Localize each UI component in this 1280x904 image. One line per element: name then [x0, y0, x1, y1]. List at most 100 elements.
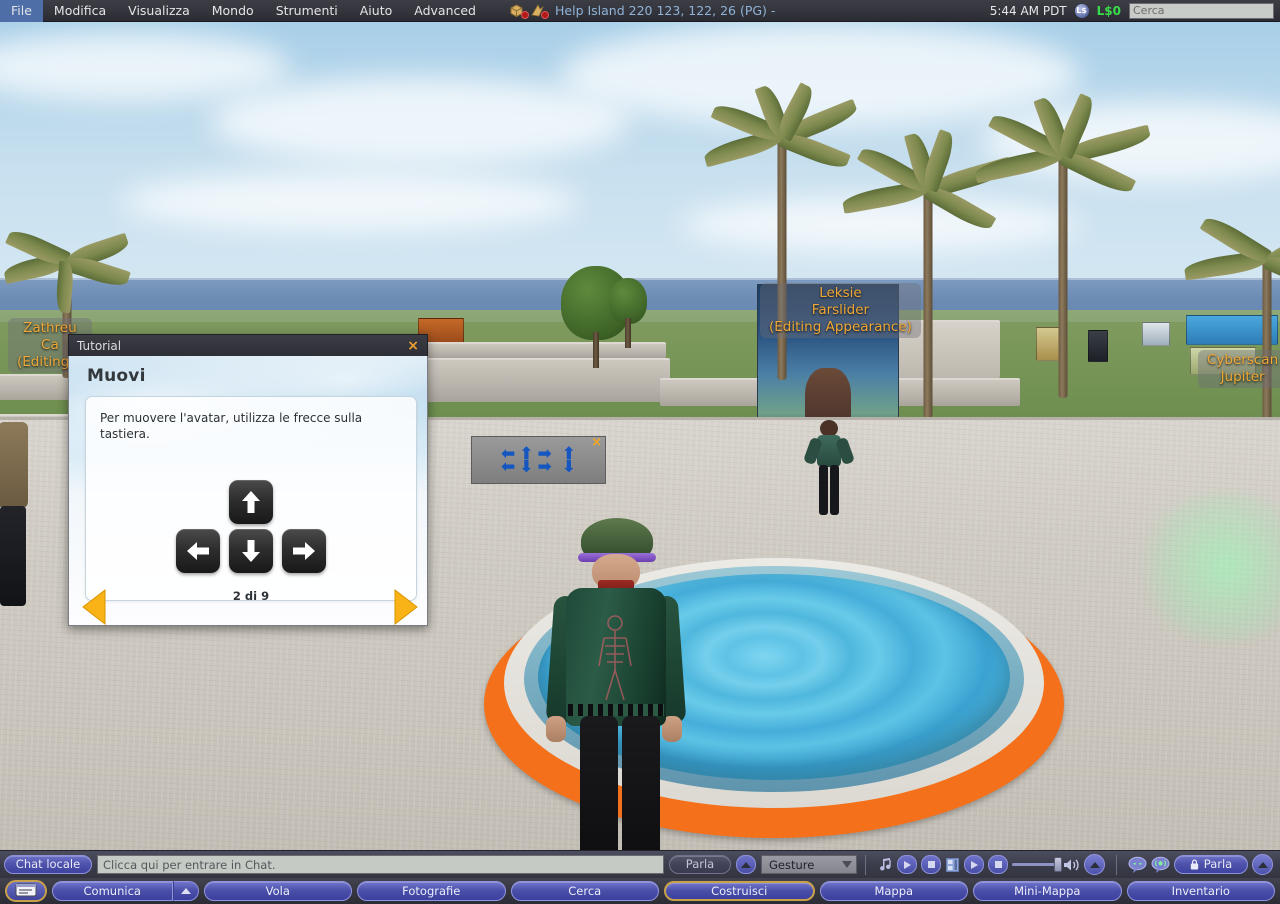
music-play-button[interactable]: [897, 855, 917, 874]
video-play-button[interactable]: [964, 855, 984, 874]
chevron-up-icon: [1257, 861, 1268, 868]
local-chat-button[interactable]: Chat locale: [4, 855, 92, 874]
avatar-skeleton-print: [598, 615, 632, 701]
down-arrow-icon[interactable]: ⬇: [519, 458, 533, 475]
linden-dollar-icon: L$: [1074, 3, 1089, 18]
close-icon[interactable]: ×: [407, 339, 419, 353]
video-stop-button[interactable]: [988, 855, 1008, 874]
music-note-icon: [880, 857, 891, 870]
remote-avatar-leksie[interactable]: [802, 420, 856, 516]
voice-bubble-icon[interactable]: [1151, 856, 1170, 873]
gesture-dropdown[interactable]: Gesture: [761, 855, 857, 874]
close-icon[interactable]: ×: [591, 436, 602, 449]
player-avatar[interactable]: [536, 518, 708, 850]
speaker-icon[interactable]: [1062, 857, 1080, 873]
chevron-down-icon: [842, 861, 852, 868]
arrow-up-key-icon: [229, 480, 273, 524]
toolbar-button-inventario[interactable]: Inventario: [1126, 881, 1275, 901]
tutorial-dialog[interactable]: Tutorial × Muovi Per muovere l'avatar, u…: [68, 334, 428, 626]
toolbar-button-comunica[interactable]: Comunica: [52, 881, 173, 901]
toolbar-button-costruisci[interactable]: Costruisci: [664, 881, 815, 901]
tutorial-content-card: Per muovere l'avatar, utilizza le frecce…: [85, 396, 417, 603]
remote-avatar-zathreu[interactable]: [0, 422, 34, 612]
search-input[interactable]: [1133, 4, 1278, 17]
avatar-belt: [568, 704, 664, 716]
nametag-line: Leksie: [819, 285, 862, 301]
turn-left-arrow-icon[interactable]: ⬅: [501, 458, 515, 475]
toolbar-button-cerca[interactable]: Cerca: [510, 881, 659, 901]
toolbar-button-mini-mappa[interactable]: Mini-Mappa: [973, 881, 1122, 901]
toolbar-button-vola[interactable]: Vola: [203, 881, 352, 901]
comunica-options-button[interactable]: [172, 881, 199, 901]
build-disabled-icon[interactable]: [509, 3, 529, 19]
toolbar-button-fotografie[interactable]: Fotografie: [357, 881, 506, 901]
chat-input[interactable]: [97, 855, 664, 874]
voice-expand-button[interactable]: [1252, 854, 1273, 875]
search-box[interactable]: [1129, 2, 1278, 19]
arrow-right-key-icon: [282, 529, 326, 573]
palm-tree: [958, 68, 1168, 398]
talk-mode-button[interactable]: Parla: [669, 855, 731, 874]
tutorial-heading: Muovi: [87, 366, 146, 386]
move-forward-back-column[interactable]: ⬆ ⬇: [519, 445, 533, 475]
move-updown-column[interactable]: ⬆ ⬇: [562, 445, 576, 475]
menu-modifica[interactable]: Modifica: [43, 0, 117, 22]
menu-mondo[interactable]: Mondo: [201, 0, 265, 22]
comunica-button-group[interactable]: Comunica: [52, 881, 199, 901]
cloud: [0, 32, 290, 102]
world-view-3d[interactable]: Zathreu Ca (Editing A Leksie Farslider (…: [0, 22, 1280, 850]
cloud: [120, 172, 580, 232]
nametag-line: Cyberscan: [1207, 352, 1279, 368]
fly-disabled-icon[interactable]: [529, 3, 549, 19]
voice-talk-button[interactable]: Parla: [1174, 855, 1248, 874]
nametag-cyberscan[interactable]: Cyberscan Jupiter: [1198, 350, 1280, 388]
chevron-up-icon: [180, 888, 191, 894]
move-right-column[interactable]: ➡ ➡: [538, 445, 552, 475]
talk-options-button[interactable]: [736, 855, 756, 874]
arrow-keys-bottom-row: [86, 529, 416, 573]
balance-label[interactable]: L$0: [1097, 4, 1121, 18]
chat-bar: Chat locale Parla Gesture: [0, 850, 1280, 878]
media-expand-button[interactable]: [1084, 854, 1105, 875]
arrow-down-key-icon: [229, 529, 273, 573]
media-controls: [874, 854, 1108, 875]
movement-controls-floater[interactable]: × ⬅ ⬅ ⬆ ⬇ ➡ ➡ ⬆ ⬇: [471, 436, 606, 484]
music-stop-button[interactable]: [921, 855, 941, 874]
toolbar-button-mappa[interactable]: Mappa: [819, 881, 968, 901]
nametag-leksie[interactable]: Leksie Farslider (Editing Appearance): [760, 283, 921, 338]
menu-advanced[interactable]: Advanced: [403, 0, 487, 22]
avatar-left-leg: [580, 716, 618, 850]
voice-talk-label: Parla: [1203, 857, 1233, 871]
turn-right-arrow-icon[interactable]: ➡: [538, 458, 552, 475]
tutorial-window-title: Tutorial: [77, 338, 122, 353]
palm-tree: [1172, 192, 1280, 448]
menu-bar: File Modifica Visualizza Mondo Strumenti…: [0, 0, 1280, 22]
menu-visualizza[interactable]: Visualizza: [117, 0, 201, 22]
chat-window-icon: [15, 883, 37, 897]
divider: [865, 854, 866, 875]
menubar-right-cluster: 5:44 AM PDT L$ L$0: [989, 2, 1280, 19]
fly-down-arrow-icon[interactable]: ⬇: [562, 458, 576, 475]
nametag-line: Farslider: [811, 302, 870, 318]
clock-label: 5:44 AM PDT: [989, 3, 1067, 18]
location-label[interactable]: Help Island 220 123, 122, 26 (PG) -: [555, 3, 775, 18]
gesture-label: Gesture: [769, 857, 815, 872]
disabled-badge: [541, 11, 549, 19]
chat-window-toggle-button[interactable]: [5, 880, 47, 902]
nametag-line: Jupiter: [1220, 369, 1265, 385]
tree: [608, 278, 648, 348]
tutorial-next-button[interactable]: [393, 588, 419, 625]
move-left-column[interactable]: ⬅ ⬅: [501, 445, 515, 475]
menu-file[interactable]: File: [0, 0, 43, 22]
volume-slider-knob[interactable]: [1054, 857, 1062, 872]
tutorial-body: Muovi Per muovere l'avatar, utilizza le …: [68, 356, 428, 626]
parcel-permission-icons: [509, 3, 549, 19]
tutorial-prev-button[interactable]: [81, 588, 107, 625]
menu-aiuto[interactable]: Aiuto: [349, 0, 404, 22]
volume-slider[interactable]: [1012, 857, 1062, 872]
menu-strumenti[interactable]: Strumenti: [265, 0, 349, 22]
speech-bubble-icon[interactable]: [1128, 856, 1147, 873]
arrow-left-key-icon: [176, 529, 220, 573]
divider: [1116, 854, 1117, 875]
tutorial-titlebar[interactable]: Tutorial ×: [68, 334, 428, 356]
